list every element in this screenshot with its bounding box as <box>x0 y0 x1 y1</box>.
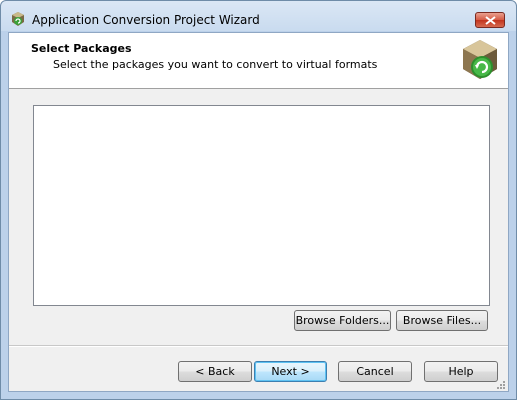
wizard-window: Application Conversion Project Wizard Se… <box>0 0 517 400</box>
title-bar[interactable]: Application Conversion Project Wizard <box>1 1 516 33</box>
package-convert-icon <box>460 38 500 82</box>
app-wizard-icon <box>10 11 26 27</box>
page-title: Select Packages <box>31 42 132 55</box>
page-subtitle: Select the packages you want to convert … <box>53 58 378 71</box>
resize-grip-icon[interactable] <box>496 380 506 390</box>
help-button[interactable]: Help <box>424 361 498 382</box>
close-button[interactable] <box>475 12 505 28</box>
browse-folders-button[interactable]: Browse Folders... <box>294 310 391 331</box>
next-button[interactable]: Next > <box>254 361 327 382</box>
packages-list[interactable] <box>33 105 490 306</box>
close-icon <box>485 16 496 25</box>
window-title: Application Conversion Project Wizard <box>32 13 260 27</box>
browse-files-button[interactable]: Browse Files... <box>396 310 488 331</box>
wizard-header: Select Packages Select the packages you … <box>9 33 508 89</box>
wizard-client-area: Select Packages Select the packages you … <box>8 32 509 392</box>
footer-divider <box>9 345 508 347</box>
back-button[interactable]: < Back <box>178 361 252 382</box>
cancel-button[interactable]: Cancel <box>338 361 412 382</box>
